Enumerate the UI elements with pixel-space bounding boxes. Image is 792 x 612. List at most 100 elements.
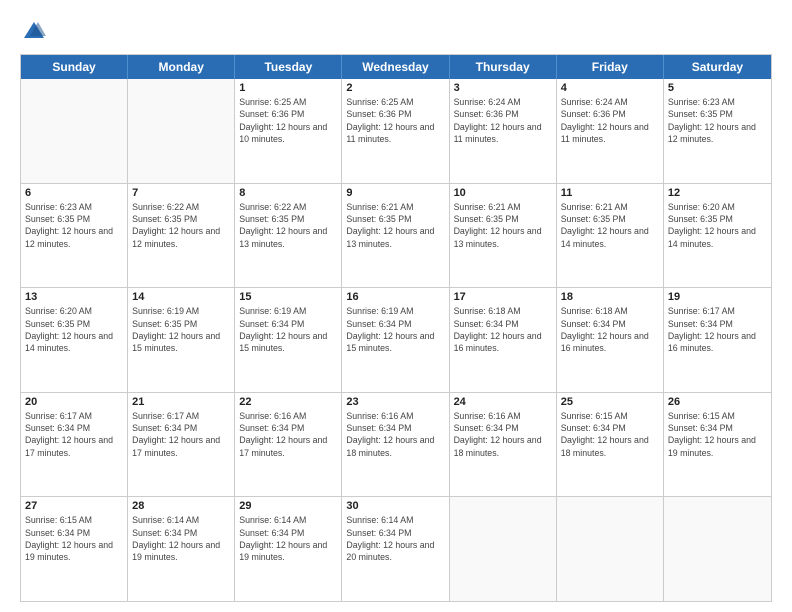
- calendar-cell: 30 Sunrise: 6:14 AM Sunset: 6:34 PM Dayli…: [342, 497, 449, 601]
- cell-info: Sunrise: 6:14 AM Sunset: 6:34 PM Dayligh…: [346, 514, 444, 563]
- logo: [20, 18, 52, 46]
- weekday-header-wednesday: Wednesday: [342, 55, 449, 79]
- cell-day-number: 10: [454, 187, 552, 199]
- calendar-cell: [557, 497, 664, 601]
- weekday-header-saturday: Saturday: [664, 55, 771, 79]
- calendar-cell: 28Sunrise: 6:14 AM Sunset: 6:34 PM Dayli…: [128, 497, 235, 601]
- cell-day-number: 14: [132, 291, 230, 303]
- calendar-cell: 27 Sunrise: 6:15 AM Sunset: 6:34 PM Dayli…: [21, 497, 128, 601]
- cell-day-number: 9: [346, 187, 444, 199]
- cell-info: Sunrise: 6:19 AM Sunset: 6:34 PM Dayligh…: [346, 305, 444, 354]
- cell-info: Sunrise: 6:18 AM Sunset: 6:34 PM Dayligh…: [454, 305, 552, 354]
- weekday-header-tuesday: Tuesday: [235, 55, 342, 79]
- cell-day-number: 30: [346, 500, 444, 512]
- calendar-cell: 6Sunrise: 6:23 AM Sunset: 6:35 PM Daylig…: [21, 184, 128, 288]
- calendar-cell: 18 Sunrise: 6:18 AM Sunset: 6:34 PM Dayli…: [557, 288, 664, 392]
- calendar-cell: 14 Sunrise: 6:19 AM Sunset: 6:35 PM Dayli…: [128, 288, 235, 392]
- cell-day-number: 23: [346, 396, 444, 408]
- cell-info: Sunrise: 6:16 AM Sunset: 6:34 PM Dayligh…: [239, 410, 337, 459]
- calendar-cell: 4 Sunrise: 6:24 AM Sunset: 6:36 PM Daylig…: [557, 79, 664, 183]
- calendar-cell: 15Sunrise: 6:19 AM Sunset: 6:34 PM Dayli…: [235, 288, 342, 392]
- calendar-cell: 2 Sunrise: 6:25 AM Sunset: 6:36 PM Daylig…: [342, 79, 449, 183]
- calendar-cell: [664, 497, 771, 601]
- cell-day-number: 24: [454, 396, 552, 408]
- calendar-header: SundayMondayTuesdayWednesdayThursdayFrid…: [21, 55, 771, 79]
- cell-info: Sunrise: 6:24 AM Sunset: 6:36 PM Dayligh…: [561, 96, 659, 145]
- cell-info: Sunrise: 6:19 AM Sunset: 6:34 PM Dayligh…: [239, 305, 337, 354]
- cell-info: Sunrise: 6:14 AM Sunset: 6:34 PM Dayligh…: [239, 514, 337, 563]
- calendar-cell: [450, 497, 557, 601]
- calendar-cell: 3Sunrise: 6:24 AM Sunset: 6:36 PM Daylig…: [450, 79, 557, 183]
- cell-info: Sunrise: 6:18 AM Sunset: 6:34 PM Dayligh…: [561, 305, 659, 354]
- calendar-cell: 19 Sunrise: 6:17 AM Sunset: 6:34 PM Dayli…: [664, 288, 771, 392]
- cell-day-number: 13: [25, 291, 123, 303]
- cell-day-number: 19: [668, 291, 767, 303]
- cell-day-number: 28: [132, 500, 230, 512]
- cell-info: Sunrise: 6:15 AM Sunset: 6:34 PM Dayligh…: [25, 514, 123, 563]
- calendar-cell: 23 Sunrise: 6:16 AM Sunset: 6:34 PM Dayli…: [342, 393, 449, 497]
- cell-info: Sunrise: 6:21 AM Sunset: 6:35 PM Dayligh…: [346, 201, 444, 250]
- header: [20, 18, 772, 46]
- cell-day-number: 1: [239, 82, 337, 94]
- calendar-cell: 13 Sunrise: 6:20 AM Sunset: 6:35 PM Dayli…: [21, 288, 128, 392]
- calendar-cell: 10 Sunrise: 6:21 AM Sunset: 6:35 PM Dayli…: [450, 184, 557, 288]
- cell-day-number: 20: [25, 396, 123, 408]
- calendar-row: 20 Sunrise: 6:17 AM Sunset: 6:34 PM Dayli…: [21, 392, 771, 497]
- calendar-cell: 8 Sunrise: 6:22 AM Sunset: 6:35 PM Daylig…: [235, 184, 342, 288]
- calendar-cell: 24 Sunrise: 6:16 AM Sunset: 6:34 PM Dayli…: [450, 393, 557, 497]
- cell-day-number: 2: [346, 82, 444, 94]
- calendar-cell: [21, 79, 128, 183]
- cell-info: Sunrise: 6:22 AM Sunset: 6:35 PM Dayligh…: [132, 201, 230, 250]
- calendar-cell: 1 Sunrise: 6:25 AM Sunset: 6:36 PM Daylig…: [235, 79, 342, 183]
- weekday-header-friday: Friday: [557, 55, 664, 79]
- cell-info: Sunrise: 6:16 AM Sunset: 6:34 PM Dayligh…: [454, 410, 552, 459]
- calendar-cell: 11 Sunrise: 6:21 AM Sunset: 6:35 PM Dayli…: [557, 184, 664, 288]
- cell-info: Sunrise: 6:25 AM Sunset: 6:36 PM Dayligh…: [346, 96, 444, 145]
- cell-day-number: 4: [561, 82, 659, 94]
- cell-day-number: 29: [239, 500, 337, 512]
- cell-info: Sunrise: 6:23 AM Sunset: 6:35 PM Dayligh…: [25, 201, 123, 250]
- cell-day-number: 22: [239, 396, 337, 408]
- calendar-cell: 17 Sunrise: 6:18 AM Sunset: 6:34 PM Dayli…: [450, 288, 557, 392]
- calendar-row: 27 Sunrise: 6:15 AM Sunset: 6:34 PM Dayli…: [21, 496, 771, 601]
- calendar-body: 1 Sunrise: 6:25 AM Sunset: 6:36 PM Daylig…: [21, 79, 771, 601]
- cell-info: Sunrise: 6:21 AM Sunset: 6:35 PM Dayligh…: [561, 201, 659, 250]
- logo-icon: [20, 18, 48, 46]
- page: SundayMondayTuesdayWednesdayThursdayFrid…: [0, 0, 792, 612]
- cell-day-number: 11: [561, 187, 659, 199]
- cell-day-number: 16: [346, 291, 444, 303]
- calendar-cell: 25Sunrise: 6:15 AM Sunset: 6:34 PM Dayli…: [557, 393, 664, 497]
- calendar-cell: 9 Sunrise: 6:21 AM Sunset: 6:35 PM Daylig…: [342, 184, 449, 288]
- cell-info: Sunrise: 6:17 AM Sunset: 6:34 PM Dayligh…: [25, 410, 123, 459]
- calendar-row: 13 Sunrise: 6:20 AM Sunset: 6:35 PM Dayli…: [21, 287, 771, 392]
- cell-info: Sunrise: 6:25 AM Sunset: 6:36 PM Dayligh…: [239, 96, 337, 145]
- cell-day-number: 25: [561, 396, 659, 408]
- weekday-header-monday: Monday: [128, 55, 235, 79]
- cell-day-number: 26: [668, 396, 767, 408]
- calendar-cell: 16 Sunrise: 6:19 AM Sunset: 6:34 PM Dayli…: [342, 288, 449, 392]
- cell-info: Sunrise: 6:21 AM Sunset: 6:35 PM Dayligh…: [454, 201, 552, 250]
- calendar-cell: 12Sunrise: 6:20 AM Sunset: 6:35 PM Dayli…: [664, 184, 771, 288]
- calendar: SundayMondayTuesdayWednesdayThursdayFrid…: [20, 54, 772, 602]
- calendar-cell: 21 Sunrise: 6:17 AM Sunset: 6:34 PM Dayli…: [128, 393, 235, 497]
- calendar-cell: 5Sunrise: 6:23 AM Sunset: 6:35 PM Daylig…: [664, 79, 771, 183]
- cell-day-number: 21: [132, 396, 230, 408]
- cell-info: Sunrise: 6:22 AM Sunset: 6:35 PM Dayligh…: [239, 201, 337, 250]
- cell-info: Sunrise: 6:17 AM Sunset: 6:34 PM Dayligh…: [668, 305, 767, 354]
- cell-info: Sunrise: 6:20 AM Sunset: 6:35 PM Dayligh…: [25, 305, 123, 354]
- weekday-header-sunday: Sunday: [21, 55, 128, 79]
- calendar-cell: [128, 79, 235, 183]
- cell-day-number: 18: [561, 291, 659, 303]
- cell-day-number: 27: [25, 500, 123, 512]
- calendar-row: 1 Sunrise: 6:25 AM Sunset: 6:36 PM Daylig…: [21, 79, 771, 183]
- cell-info: Sunrise: 6:19 AM Sunset: 6:35 PM Dayligh…: [132, 305, 230, 354]
- calendar-cell: 26 Sunrise: 6:15 AM Sunset: 6:34 PM Dayli…: [664, 393, 771, 497]
- cell-info: Sunrise: 6:15 AM Sunset: 6:34 PM Dayligh…: [668, 410, 767, 459]
- calendar-cell: 20 Sunrise: 6:17 AM Sunset: 6:34 PM Dayli…: [21, 393, 128, 497]
- calendar-cell: 7 Sunrise: 6:22 AM Sunset: 6:35 PM Daylig…: [128, 184, 235, 288]
- cell-day-number: 17: [454, 291, 552, 303]
- cell-info: Sunrise: 6:17 AM Sunset: 6:34 PM Dayligh…: [132, 410, 230, 459]
- cell-info: Sunrise: 6:16 AM Sunset: 6:34 PM Dayligh…: [346, 410, 444, 459]
- cell-day-number: 8: [239, 187, 337, 199]
- cell-day-number: 7: [132, 187, 230, 199]
